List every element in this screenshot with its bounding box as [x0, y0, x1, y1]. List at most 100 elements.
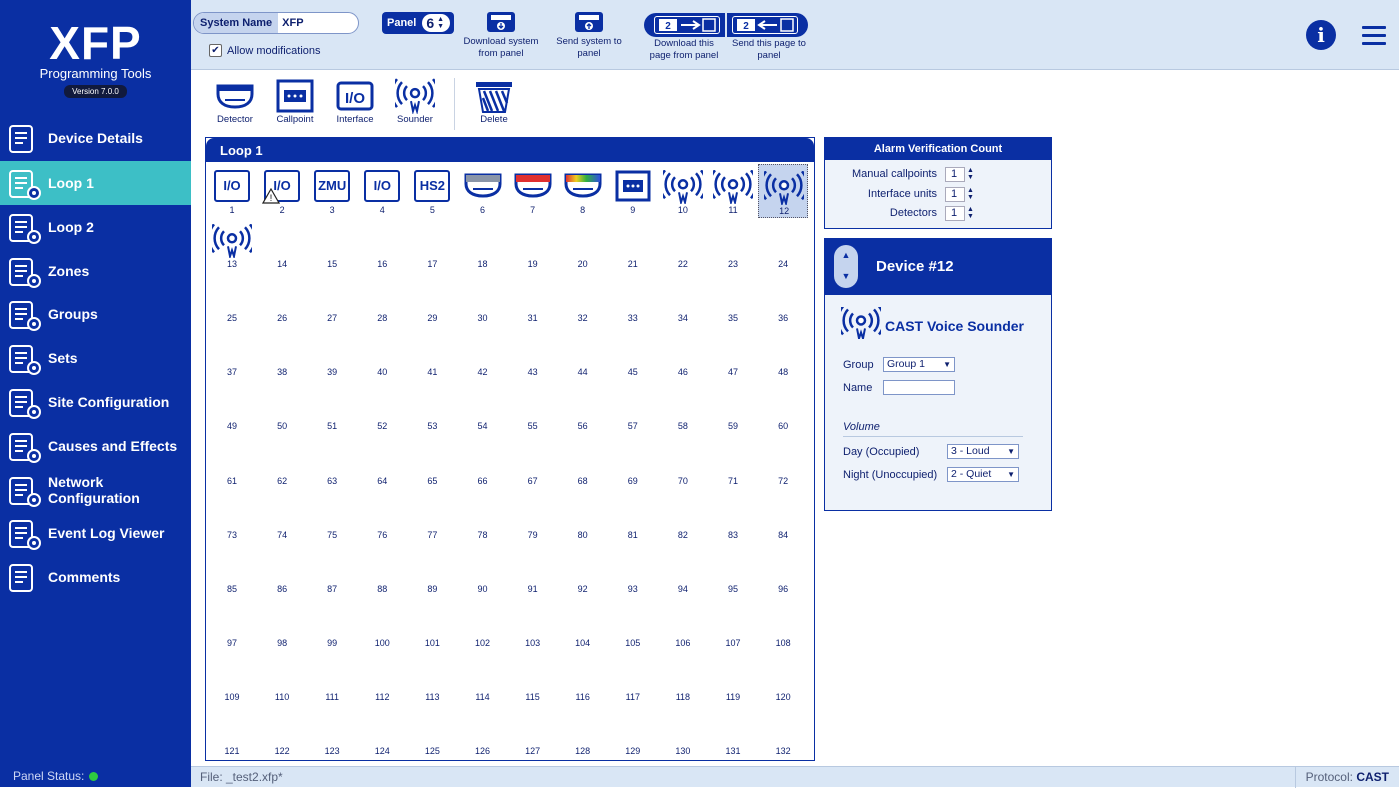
- loop-empty-cell[interactable]: 130: [658, 705, 708, 759]
- spinner-arrows-icon[interactable]: ▲ ▼: [967, 206, 974, 220]
- alarm-verification-spinner[interactable]: 1: [945, 186, 965, 202]
- loop-empty-cell[interactable]: 117: [608, 651, 658, 705]
- send-page-button[interactable]: 2: [732, 16, 798, 34]
- loop-empty-cell[interactable]: 30: [458, 272, 508, 326]
- loop-empty-cell[interactable]: 65: [407, 435, 457, 489]
- callpoint-tool[interactable]: Callpoint: [265, 78, 325, 125]
- group-select[interactable]: Group 1 ▼: [883, 357, 955, 372]
- loop-empty-cell[interactable]: 35: [708, 272, 758, 326]
- name-input[interactable]: [883, 380, 955, 395]
- loop-empty-cell[interactable]: 19: [508, 218, 558, 272]
- sidebar-item-network-configuration[interactable]: Network Configuration: [0, 468, 191, 512]
- loop-empty-cell[interactable]: 121: [207, 705, 257, 759]
- loop-empty-cell[interactable]: 103: [508, 597, 558, 651]
- sidebar-item-sets[interactable]: Sets: [0, 336, 191, 380]
- day-volume-select[interactable]: 3 - Loud ▼: [947, 444, 1019, 459]
- loop-empty-cell[interactable]: 57: [608, 380, 658, 434]
- loop-empty-cell[interactable]: 95: [708, 543, 758, 597]
- loop-empty-cell[interactable]: 91: [508, 543, 558, 597]
- loop-empty-cell[interactable]: 93: [608, 543, 658, 597]
- sidebar-item-device-details[interactable]: Device Details: [0, 116, 191, 160]
- loop-empty-cell[interactable]: 16: [357, 218, 407, 272]
- checkbox-checked-icon[interactable]: ✔: [209, 44, 222, 57]
- alarm-verification-value[interactable]: 1: [951, 207, 957, 219]
- loop-empty-cell[interactable]: 36: [758, 272, 808, 326]
- loop-device-cell[interactable]: 10: [658, 164, 708, 218]
- loop-empty-cell[interactable]: 34: [658, 272, 708, 326]
- loop-empty-cell[interactable]: 84: [758, 489, 808, 543]
- loop-empty-cell[interactable]: 68: [558, 435, 608, 489]
- sidebar-item-comments[interactable]: Comments: [0, 555, 191, 599]
- loop-empty-cell[interactable]: 25: [207, 272, 257, 326]
- detector-tool[interactable]: Detector: [205, 78, 265, 125]
- loop-empty-cell[interactable]: 27: [307, 272, 357, 326]
- sidebar-item-event-log-viewer[interactable]: Event Log Viewer: [0, 511, 191, 555]
- loop-empty-cell[interactable]: 63: [307, 435, 357, 489]
- alarm-verification-spinner[interactable]: 1: [945, 167, 965, 182]
- loop-empty-cell[interactable]: 61: [207, 435, 257, 489]
- loop-empty-cell[interactable]: 132: [758, 705, 808, 759]
- loop-empty-cell[interactable]: 58: [658, 380, 708, 434]
- loop-empty-cell[interactable]: 129: [608, 705, 658, 759]
- loop-empty-cell[interactable]: 48: [758, 326, 808, 380]
- loop-empty-cell[interactable]: 127: [508, 705, 558, 759]
- loop-empty-cell[interactable]: 28: [357, 272, 407, 326]
- loop-empty-cell[interactable]: 114: [458, 651, 508, 705]
- loop-empty-cell[interactable]: 39: [307, 326, 357, 380]
- sidebar-item-loop-2[interactable]: Loop 2: [0, 205, 191, 249]
- loop-device-cell[interactable]: 7: [508, 164, 558, 218]
- loop-device-cell[interactable]: 6: [458, 164, 508, 218]
- loop-empty-cell[interactable]: 45: [608, 326, 658, 380]
- loop-empty-cell[interactable]: 109: [207, 651, 257, 705]
- loop-empty-cell[interactable]: 87: [307, 543, 357, 597]
- loop-empty-cell[interactable]: 69: [608, 435, 658, 489]
- loop-empty-cell[interactable]: 81: [608, 489, 658, 543]
- loop-empty-cell[interactable]: 82: [658, 489, 708, 543]
- loop-empty-cell[interactable]: 43: [508, 326, 558, 380]
- loop-empty-cell[interactable]: 112: [357, 651, 407, 705]
- hamburger-menu-icon[interactable]: [1362, 26, 1386, 50]
- loop-empty-cell[interactable]: 53: [407, 380, 457, 434]
- loop-device-cell[interactable]: I/O! 2: [257, 164, 307, 218]
- loop-empty-cell[interactable]: 108: [758, 597, 808, 651]
- spinner-arrows-icon[interactable]: ▲ ▼: [967, 167, 974, 181]
- loop-empty-cell[interactable]: 85: [207, 543, 257, 597]
- sidebar-item-causes-and-effects[interactable]: Causes and Effects: [0, 424, 191, 468]
- loop-empty-cell[interactable]: 23: [708, 218, 758, 272]
- night-volume-select[interactable]: 2 - Quiet ▼: [947, 467, 1019, 482]
- loop-device-cell[interactable]: 13: [207, 218, 257, 272]
- loop-empty-cell[interactable]: 22: [658, 218, 708, 272]
- loop-empty-cell[interactable]: 78: [458, 489, 508, 543]
- loop-empty-cell[interactable]: 72: [758, 435, 808, 489]
- loop-device-cell[interactable]: HS2 5: [407, 164, 457, 218]
- loop-empty-cell[interactable]: 32: [558, 272, 608, 326]
- loop-empty-cell[interactable]: 52: [357, 380, 407, 434]
- loop-empty-cell[interactable]: 119: [708, 651, 758, 705]
- loop-empty-cell[interactable]: 59: [708, 380, 758, 434]
- previous-device-icon[interactable]: ▲: [834, 245, 858, 266]
- loop-empty-cell[interactable]: 18: [458, 218, 508, 272]
- loop-empty-cell[interactable]: 102: [458, 597, 508, 651]
- loop-empty-cell[interactable]: 64: [357, 435, 407, 489]
- loop-empty-cell[interactable]: 98: [257, 597, 307, 651]
- loop-empty-cell[interactable]: 96: [758, 543, 808, 597]
- loop-empty-cell[interactable]: 94: [658, 543, 708, 597]
- loop-empty-cell[interactable]: 99: [307, 597, 357, 651]
- loop-empty-cell[interactable]: 118: [658, 651, 708, 705]
- download-system-button[interactable]: Download system from panel: [461, 12, 541, 60]
- loop-empty-cell[interactable]: 24: [758, 218, 808, 272]
- loop-device-cell[interactable]: I/O 1: [207, 164, 257, 218]
- loop-empty-cell[interactable]: 107: [708, 597, 758, 651]
- sidebar-item-zones[interactable]: Zones: [0, 249, 191, 293]
- allow-modifications-checkbox[interactable]: ✔ Allow modifications: [209, 44, 321, 57]
- loop-empty-cell[interactable]: 38: [257, 326, 307, 380]
- loop-device-cell[interactable]: 9: [608, 164, 658, 218]
- loop-empty-cell[interactable]: 122: [257, 705, 307, 759]
- loop-empty-cell[interactable]: 26: [257, 272, 307, 326]
- info-icon[interactable]: i: [1306, 20, 1336, 50]
- loop-empty-cell[interactable]: 100: [357, 597, 407, 651]
- loop-empty-cell[interactable]: 77: [407, 489, 457, 543]
- delete-tool[interactable]: Delete: [464, 78, 524, 125]
- panel-selector[interactable]: Panel 6 ▲ ▼: [382, 12, 454, 34]
- loop-empty-cell[interactable]: 29: [407, 272, 457, 326]
